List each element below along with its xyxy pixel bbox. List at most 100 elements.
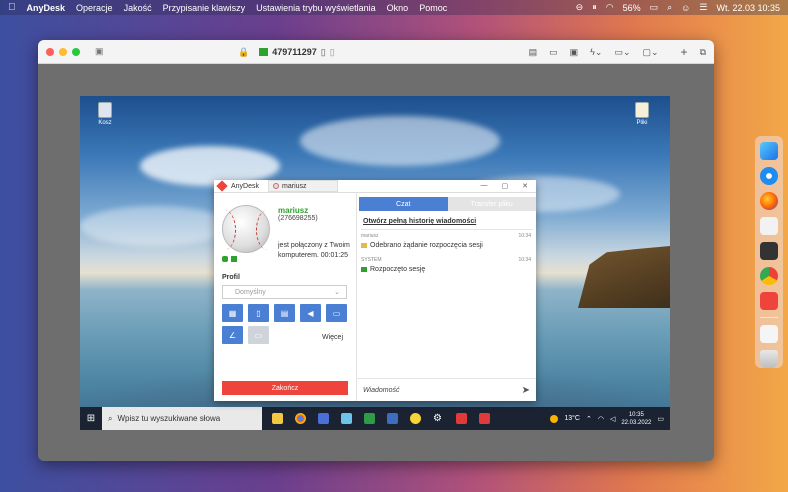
wifi-icon[interactable]: ◠ bbox=[606, 2, 614, 13]
message-body: Rozpoczęto sesję bbox=[361, 266, 533, 273]
minimize-button[interactable] bbox=[59, 47, 67, 56]
session-tab[interactable]: mariusz bbox=[268, 180, 338, 192]
menu-app-name[interactable]: AnyDesk bbox=[27, 3, 66, 13]
privacy-mode-button[interactable]: ▭ bbox=[248, 326, 269, 344]
menu-pomoc[interactable]: Pomoc bbox=[419, 3, 447, 13]
file-permission-button[interactable]: ▯ bbox=[248, 304, 269, 322]
notification-icon[interactable]: ▭ bbox=[657, 415, 664, 423]
firefox-icon[interactable] bbox=[760, 192, 778, 210]
audio-permission-button[interactable]: ◀ bbox=[300, 304, 321, 322]
taskbar-apps: ⚙ bbox=[272, 413, 490, 424]
weather-icon[interactable] bbox=[550, 414, 559, 423]
end-session-button[interactable]: Zakończ bbox=[222, 381, 348, 395]
anydesk-remote-window: ▣ 🔒 479711297 ▯ ▯ ▤ ▭ ▣ ϟ⌄ ▭⌄ ▢⌄ + ⧉ Kos… bbox=[38, 40, 714, 461]
new-tab-icon[interactable]: + bbox=[681, 45, 688, 59]
pause-icon[interactable]: ⏸ bbox=[592, 2, 597, 13]
save-icon[interactable] bbox=[318, 413, 329, 424]
sidebar-icon[interactable]: ▣ bbox=[95, 46, 104, 57]
finder-icon[interactable] bbox=[760, 142, 778, 160]
explorer-icon[interactable] bbox=[272, 413, 283, 424]
network-icon[interactable]: ◠ bbox=[598, 415, 604, 423]
desktop-icon-files[interactable]: Pliki bbox=[622, 102, 662, 126]
trash-icon[interactable] bbox=[760, 350, 778, 368]
wallpaper-rock bbox=[578, 246, 670, 308]
word-icon[interactable] bbox=[387, 413, 398, 424]
menu-przypisanie-klawiszy[interactable]: Przypisanie klawiszy bbox=[163, 3, 246, 13]
anydesk-icon[interactable] bbox=[456, 413, 467, 424]
menubar-datetime[interactable]: Wt. 22.03 10:35 bbox=[716, 3, 780, 13]
tab-file-transfer[interactable]: Transfer pliku bbox=[447, 197, 536, 211]
status-icons bbox=[222, 256, 237, 262]
display-icon[interactable]: ▭ bbox=[549, 47, 558, 58]
tab-chat[interactable]: Czat bbox=[359, 197, 448, 211]
draw-permission-button[interactable]: ∠ bbox=[222, 326, 243, 344]
gear-icon[interactable]: ⚙ bbox=[433, 413, 444, 424]
anydesk-icon[interactable] bbox=[479, 413, 490, 424]
pen-icon: ∠ bbox=[228, 330, 237, 340]
apple-icon[interactable]:  bbox=[8, 2, 16, 13]
chrome-icon[interactable] bbox=[295, 413, 306, 424]
anydesk-logo-icon bbox=[216, 180, 228, 192]
more-button[interactable]: Więcej bbox=[322, 334, 343, 341]
minimize-icon[interactable]: — bbox=[481, 182, 488, 190]
keyboard-icon[interactable]: ▭⌄ bbox=[614, 47, 630, 58]
textedit-icon[interactable] bbox=[760, 217, 778, 235]
menu-jakosc[interactable]: Jakość bbox=[124, 3, 152, 13]
history-link[interactable]: Otwórz pełną historię wiadomości bbox=[363, 218, 536, 225]
tabs-overview-icon[interactable]: ⧉ bbox=[700, 47, 706, 58]
view-icon[interactable]: ▢⌄ bbox=[643, 47, 659, 58]
close-icon[interactable]: ✕ bbox=[522, 182, 528, 190]
session-info-pane: mariusz (276698255) jest połączony z Two… bbox=[214, 193, 357, 401]
folder-icon bbox=[635, 102, 649, 118]
screenshot-icon[interactable]: ▣ bbox=[570, 47, 579, 58]
send-icon[interactable]: ➤ bbox=[522, 385, 530, 396]
desktop-icon-recycle-bin[interactable]: Kosz bbox=[85, 102, 125, 126]
control-center-icon[interactable]: ☰ bbox=[699, 2, 707, 13]
speaker-icon[interactable]: ◁ bbox=[610, 415, 615, 423]
maximize-icon[interactable]: ▢ bbox=[502, 182, 509, 190]
calculator-icon[interactable] bbox=[760, 242, 778, 260]
chevron-up-icon[interactable]: ⌃ bbox=[586, 415, 592, 423]
menu-okno[interactable]: Okno bbox=[387, 3, 409, 13]
profile-value: Domyślny bbox=[235, 288, 266, 296]
anydesk-icon[interactable] bbox=[760, 292, 778, 310]
input-permission-button[interactable]: ▦ bbox=[222, 304, 243, 322]
chrome-icon[interactable] bbox=[760, 267, 778, 285]
avatar bbox=[222, 205, 270, 253]
windows-taskbar: ⊞ ⌕ Wpisz tu wyszukiwane słowa ⚙ 13°C ⌃ … bbox=[80, 407, 670, 430]
clipboard-permission-button[interactable]: ▤ bbox=[274, 304, 295, 322]
search-icon[interactable]: ⌕ bbox=[667, 2, 672, 13]
wallpaper-cloud bbox=[300, 116, 500, 166]
app-icon[interactable] bbox=[410, 413, 421, 424]
remote-desktop[interactable]: Kosz Pliki ⊞ ⌕ Wpisz tu wyszukiwane słow… bbox=[80, 96, 670, 430]
speaker-icon: ◀ bbox=[307, 308, 314, 318]
profile-select[interactable]: Domyślny ⌄ bbox=[222, 285, 347, 299]
taskbar-search[interactable]: ⌕ Wpisz tu wyszukiwane słowa bbox=[102, 407, 262, 430]
weather-temp[interactable]: 13°C bbox=[564, 415, 580, 422]
profile-label: Profil bbox=[222, 274, 240, 281]
safari-icon[interactable] bbox=[760, 167, 778, 185]
clipboard-icon[interactable]: ▯ bbox=[321, 47, 326, 58]
taskbar-clock[interactable]: 10:35 22.03.2022 bbox=[621, 411, 651, 427]
document-icon[interactable] bbox=[760, 325, 778, 343]
excel-icon[interactable] bbox=[364, 413, 375, 424]
keyboard-icon: ▦ bbox=[228, 308, 237, 318]
battery-percent: 56% bbox=[622, 2, 641, 13]
app-icon[interactable] bbox=[341, 413, 352, 424]
screen-permission-button[interactable]: ▭ bbox=[326, 304, 347, 322]
file-icon[interactable]: ▯ bbox=[330, 47, 335, 58]
close-button[interactable] bbox=[46, 47, 54, 56]
zoom-button[interactable] bbox=[72, 47, 80, 56]
user-icon[interactable]: ☺ bbox=[681, 3, 690, 13]
menu-operacje[interactable]: Operacje bbox=[76, 3, 113, 13]
wallpaper-cloud bbox=[80, 206, 230, 246]
menu-ustawienia-trybu[interactable]: Ustawienia trybu wyświetlania bbox=[256, 3, 376, 13]
chat-icon[interactable]: ▤ bbox=[529, 47, 538, 58]
control-icon[interactable]: ⊖ bbox=[576, 2, 584, 13]
chat-input[interactable]: Wiadomość ➤ bbox=[357, 378, 536, 401]
start-button[interactable]: ⊞ bbox=[80, 413, 102, 424]
monitor-icon bbox=[259, 48, 269, 56]
battery-icon[interactable]: ▭ bbox=[650, 2, 659, 13]
actions-icon[interactable]: ϟ⌄ bbox=[590, 47, 602, 58]
connection-info: 🔒 479711297 ▯ ▯ bbox=[238, 40, 335, 64]
